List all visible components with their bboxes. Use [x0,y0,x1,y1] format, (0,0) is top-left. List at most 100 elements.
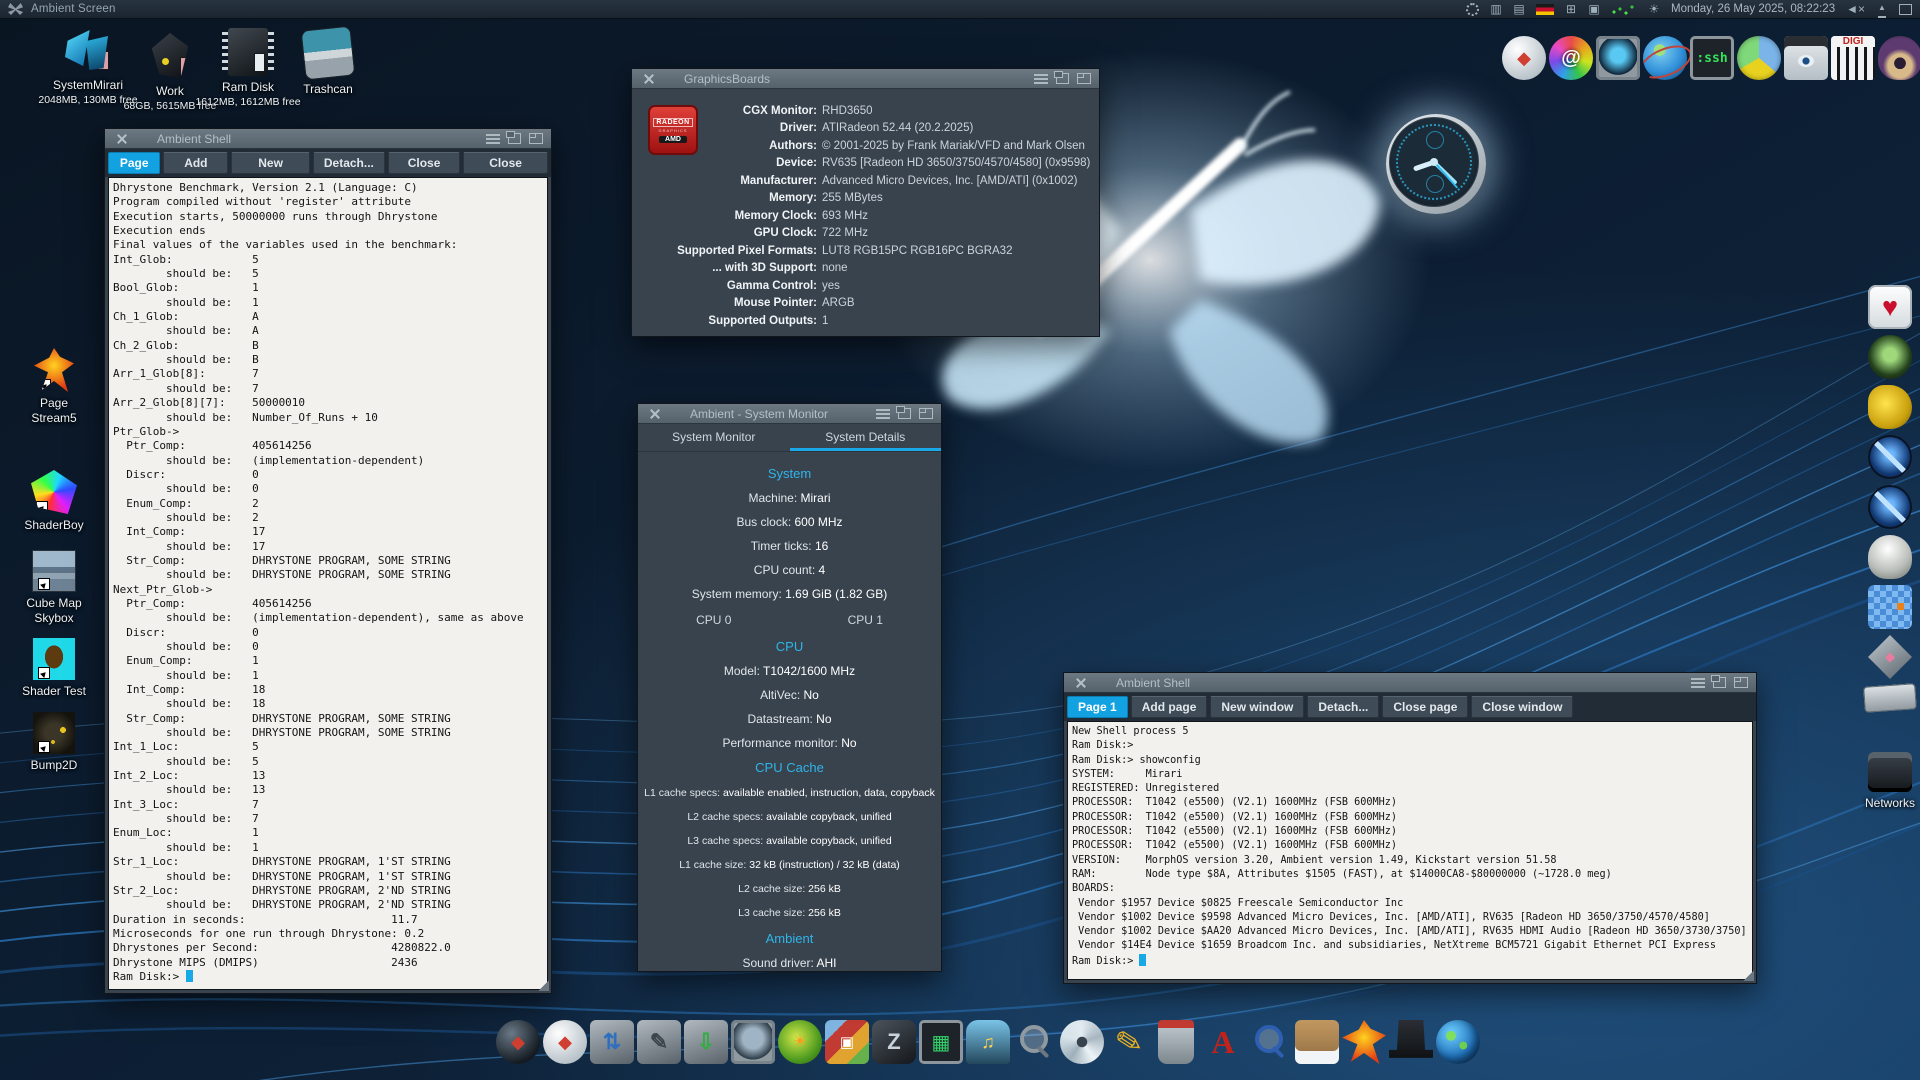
disk-tools-icon[interactable]: ✎ [637,1020,681,1064]
zform-tool-icon[interactable]: Z [872,1020,916,1064]
odyssey-browser-icon[interactable]: ◆ [496,1020,540,1064]
shell-toolbar-button[interactable]: Close window [463,152,548,174]
shell-toolbar-button[interactable]: Page 1 [1067,696,1128,718]
shell-toolbar-button[interactable]: New window [231,152,310,174]
volume-muted-icon[interactable]: ◄× [1846,2,1865,16]
window-title: Ambient Shell [157,132,486,146]
depth-icon[interactable] [898,408,911,419]
pagestream-dock-icon[interactable] [1342,1020,1386,1064]
shell-toolbar-button[interactable]: Add page [1131,696,1208,718]
shell-toolbar-button[interactable]: Close page [1382,696,1468,718]
eject-icon[interactable]: ▲ [1876,2,1888,16]
wings-battlefield-badge[interactable] [1863,683,1917,713]
hex-viewer-icon[interactable] [1248,1020,1292,1064]
shell-toolbar-button[interactable]: Close page [388,152,460,174]
desktop-icon-cubemap-skybox[interactable]: Cube Map Skybox [0,550,108,626]
titlebar[interactable]: Ambient - System Monitor [638,404,941,424]
mouse-settings-icon[interactable]: ▣ [1588,2,1600,16]
desktop-icon-shadertest[interactable]: Shader Test [0,638,108,699]
starwars-jedi-game-icon[interactable] [1868,485,1912,529]
brightness-icon[interactable]: ☀ [1648,2,1660,16]
video-player-icon[interactable] [1784,36,1828,80]
shell-toolbar-button[interactable]: Close window [1471,696,1573,718]
digibooster-tracker-icon[interactable]: DIGI [1831,36,1875,80]
desktop-icon-pagestream5[interactable]: Page Stream5 [0,348,108,426]
ram-meter-icon[interactable]: ▥ [1490,2,1502,16]
voxel-editor-icon[interactable]: ◆ [1868,635,1912,679]
close-icon[interactable] [650,409,660,419]
shell-toolbar-button[interactable]: Detach... [313,152,385,174]
ssh-terminal-icon[interactable]: :ssh [1690,36,1734,80]
close-icon[interactable] [644,74,654,84]
window-menu-icon[interactable] [1691,678,1705,688]
analog-clock-widget[interactable] [1386,114,1486,214]
tray-right: ◄× ▲ [1846,2,1912,16]
sketch-editor-icon[interactable]: ✎ [1103,1016,1155,1068]
pdf-reader-icon[interactable]: A [1201,1020,1245,1064]
titlebar[interactable]: Ambient Shell [105,129,551,149]
window-title: Ambient Shell [1116,676,1691,690]
desktop-icon-trashcan[interactable]: Trashcan [273,28,383,97]
desktop-icon-bump2d[interactable]: Bump2D [0,712,108,773]
settings-gear-icon[interactable] [1466,2,1479,16]
contacts-email-icon[interactable]: @ [1549,36,1593,80]
close-icon[interactable] [117,134,127,144]
web-globe-icon[interactable] [1643,36,1687,80]
paint-tool-icon[interactable] [1158,1020,1194,1064]
driver-pack-icon[interactable]: ▣ [825,1020,869,1064]
cd-burner-icon[interactable] [1060,1020,1104,1064]
lightcycle-game-icon[interactable] [1868,385,1912,429]
compass-browser-icon[interactable]: ◆ [543,1020,587,1064]
zoom-icon[interactable] [529,133,543,144]
spy-agent-icon[interactable] [1878,36,1920,80]
shell-toolbar-button[interactable]: Detach... [1307,696,1379,718]
installer-icon[interactable]: ⇩ [684,1020,728,1064]
clock-datetime[interactable]: Monday, 26 May 2025, 08:22:23 [1671,3,1835,15]
screen-grab-icon[interactable]: ⊞ [1565,2,1577,16]
zoom-icon[interactable] [1077,73,1091,84]
keyboard-flag-de-icon[interactable] [1536,2,1554,16]
resize-grip[interactable] [1742,969,1754,981]
desktop-icon-networks[interactable]: Networks [1860,752,1920,811]
depth-icon[interactable] [1713,677,1726,688]
pixel-bird-game-icon[interactable] [1868,585,1912,629]
zoom-icon[interactable] [919,408,933,419]
gorilla-game-icon[interactable] [1868,535,1912,579]
network-globe-icon[interactable] [1436,1020,1480,1064]
zoom-icon[interactable] [1734,677,1748,688]
print-manager-icon[interactable] [1295,1020,1339,1064]
vnc-viewer-icon[interactable] [1596,36,1640,80]
terminal-output[interactable]: Dhrystone Benchmark, Version 2.1 (Langua… [108,177,548,990]
shell-toolbar-button[interactable]: New window [1210,696,1304,718]
desktop-icon-shaderboy[interactable]: ShaderBoy [0,470,108,533]
sysmon-tab[interactable]: System Monitor [638,424,790,451]
shell-toolbar-button[interactable]: Page 1 [108,152,160,174]
network-stats-icon[interactable] [1737,36,1781,80]
starwars-game-icon[interactable] [1868,435,1912,479]
window-restore-icon[interactable] [1899,2,1912,16]
expansion-card-icon[interactable]: ▤ [1513,2,1525,16]
depth-icon[interactable] [508,133,521,144]
sysmon-tab[interactable]: System Details [790,424,942,451]
depth-icon[interactable] [1056,73,1069,84]
window-menu-icon[interactable] [486,134,500,144]
disk-sync-icon[interactable]: ⇅ [590,1020,634,1064]
blastem-game-icon[interactable]: ☀ [778,1020,822,1064]
resize-grip[interactable] [537,979,549,991]
cpu-activity-icon[interactable] [1611,2,1637,16]
hearts-card-game-icon[interactable]: ♥ [1868,285,1912,329]
remote-desktop-icon[interactable] [731,1020,775,1064]
stopwatch-browser-icon[interactable]: ◆ [1502,36,1546,80]
shell-toolbar-button[interactable]: Add page [163,152,228,174]
code-monitor-icon[interactable]: ▦ [919,1020,963,1064]
window-menu-icon[interactable] [876,409,890,419]
close-icon[interactable] [1076,678,1086,688]
terminal-output[interactable]: New Shell process 5 Ram Disk:> Ram Disk:… [1067,721,1753,980]
magician-tool-icon[interactable] [1389,1020,1433,1064]
titlebar[interactable]: GraphicsBoards [632,69,1099,89]
predator-game-icon[interactable] [1868,335,1912,379]
jukebox-player-icon[interactable]: ♫ [966,1020,1010,1064]
window-menu-icon[interactable] [1034,74,1048,84]
titlebar[interactable]: Ambient Shell [1064,673,1756,693]
picture-viewer-icon[interactable] [1013,1020,1057,1064]
